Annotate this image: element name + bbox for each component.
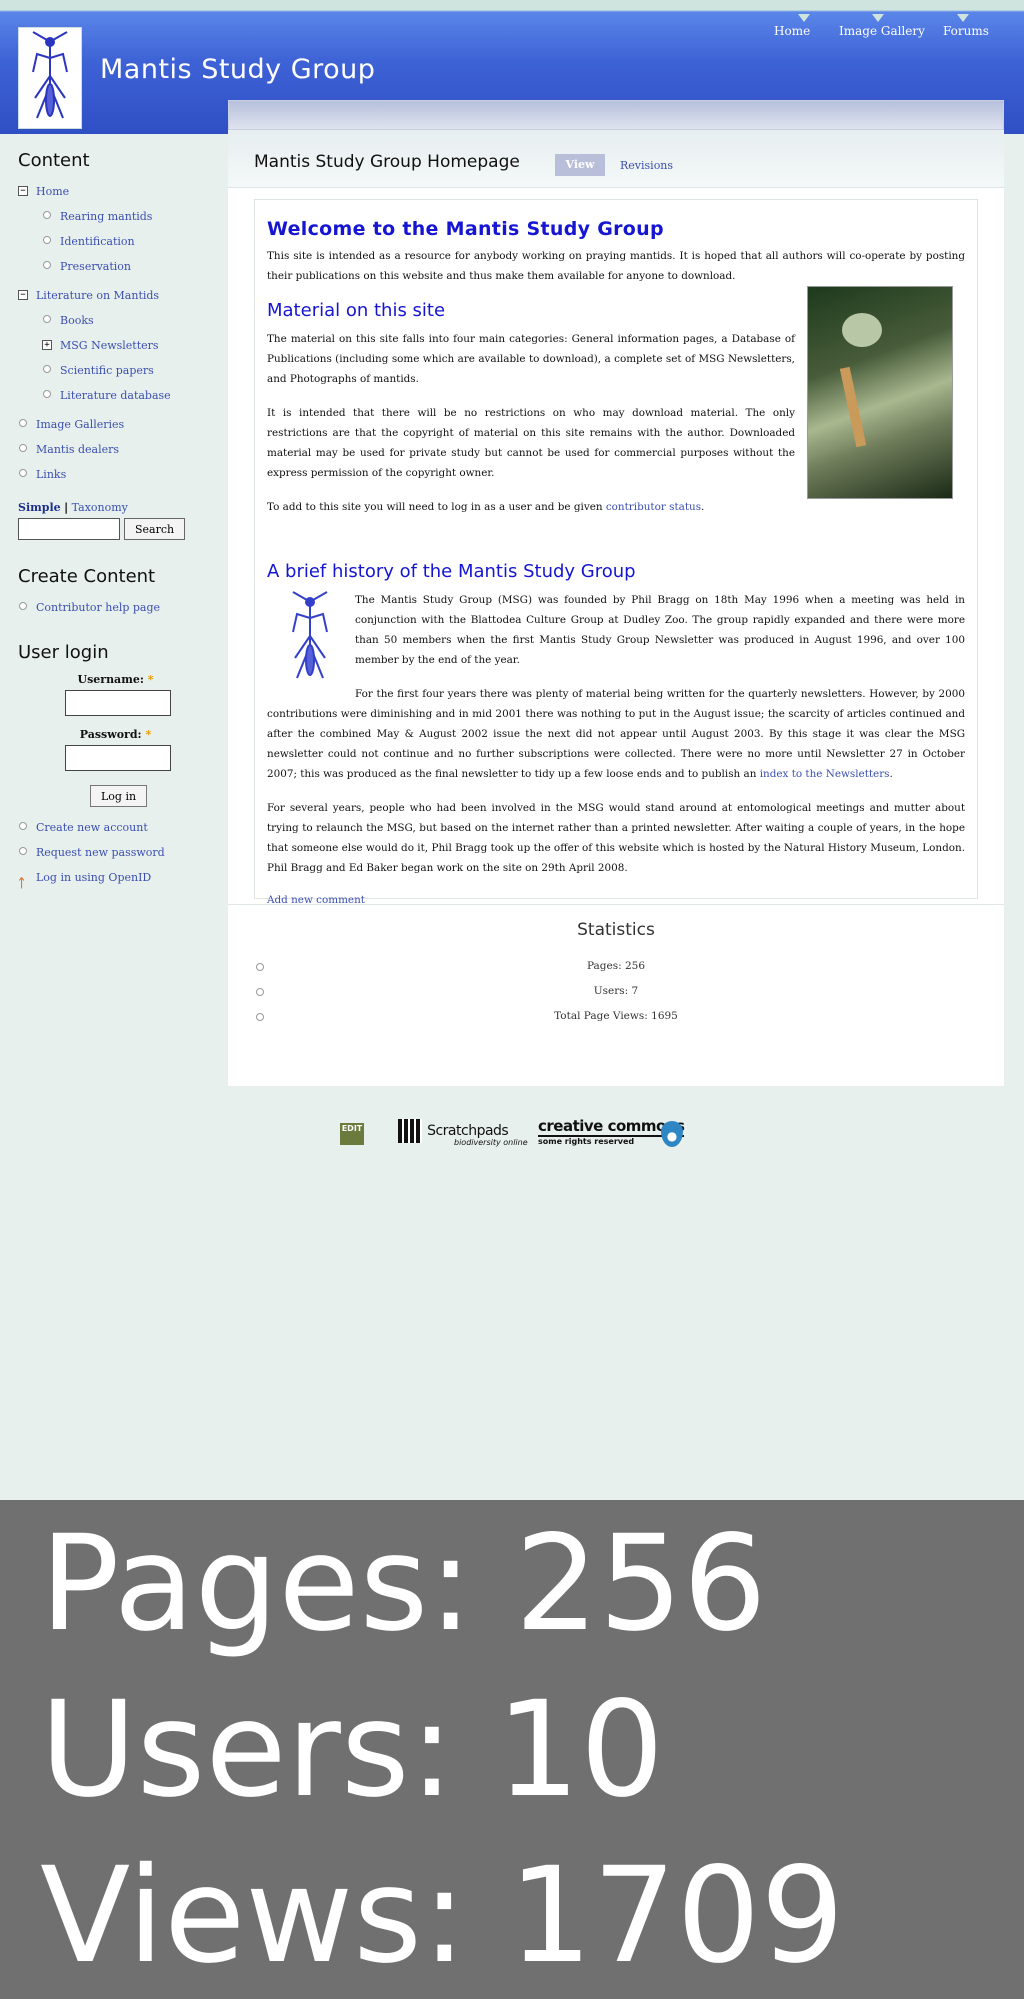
scratchpads-logo[interactable]: Scratchpads biodiversity online: [398, 1119, 528, 1147]
login-button[interactable]: Log in: [90, 785, 148, 807]
statistics-list: Pages: 256 Users: 7 Total Page Views: 16…: [228, 954, 1004, 1029]
node-content: Welcome to the Mantis Study Group This s…: [254, 199, 978, 906]
bullet-icon: [43, 390, 51, 398]
menu-item-home[interactable]: − Home: [18, 179, 218, 204]
request-password-link[interactable]: Request new password: [18, 840, 218, 865]
create-content-menu: Contributor help page: [18, 595, 218, 620]
page-title-row: Mantis Study Group Homepage View Revisio…: [228, 130, 1004, 188]
stat-pages: Pages: 256: [228, 954, 1004, 979]
login-links: Create new account Request new password …: [18, 815, 218, 890]
page-title: Mantis Study Group Homepage: [254, 152, 520, 172]
newsletter-index-link[interactable]: index to the Newsletters: [760, 768, 890, 780]
menu-item-books[interactable]: Books: [18, 308, 218, 333]
mantis-logo-icon: [32, 31, 68, 119]
bullet-icon: [256, 963, 264, 971]
collapse-icon[interactable]: −: [18, 290, 28, 300]
mantis-photo: [807, 286, 953, 499]
search-tabs: Simple | Taxonomy: [18, 501, 218, 514]
contributor-help-link[interactable]: Contributor help page: [18, 595, 218, 620]
menu-item-links[interactable]: Links: [18, 462, 218, 487]
search-tab-separator: |: [64, 501, 69, 514]
password-field[interactable]: [65, 745, 171, 771]
openid-icon: ᛏ: [18, 876, 26, 890]
menu-item-papers[interactable]: Scientific papers: [18, 358, 218, 383]
search-form: Search: [18, 518, 218, 540]
bullet-icon: [43, 315, 51, 323]
collapse-icon[interactable]: −: [18, 186, 28, 196]
menu-item-dealers[interactable]: Mantis dealers: [18, 437, 218, 462]
username-field[interactable]: [65, 690, 171, 716]
material-paragraph-3: To add to this site you will need to log…: [267, 501, 705, 513]
tab-view[interactable]: View: [555, 154, 605, 176]
site-name[interactable]: Mantis Study Group: [100, 54, 375, 85]
main-topbar: [228, 100, 1004, 130]
create-account-link[interactable]: Create new account: [18, 815, 218, 840]
menu-item-rearing[interactable]: Rearing mantids: [18, 204, 218, 229]
edit-logo[interactable]: EDIT: [340, 1123, 364, 1145]
menu-item-newsletters[interactable]: + MSG Newsletters: [18, 333, 218, 358]
bullet-icon: [43, 236, 51, 244]
nav-arrow-icon: [957, 14, 969, 22]
mantis-drawing-icon: [292, 591, 328, 679]
nav-arrow-icon: [872, 14, 884, 22]
divider: [228, 904, 1004, 905]
sidebar: Content − Home Rearing mantids Identifica…: [18, 150, 218, 890]
site-logo[interactable]: [18, 27, 82, 129]
menu-item-literature[interactable]: − Literature on Mantids: [18, 283, 218, 308]
photo-mantis-leg: [839, 366, 867, 448]
search-button[interactable]: Search: [124, 518, 186, 540]
nav-forums[interactable]: Forums: [943, 24, 989, 38]
search-input[interactable]: [18, 518, 120, 540]
create-content-title: Create Content: [18, 566, 156, 587]
history-paragraph-3: For several years, people who had been i…: [267, 802, 965, 874]
bullet-icon: [256, 988, 264, 996]
statistics-block: Statistics Pages: 256 Users: 7 Total Pag…: [228, 920, 1004, 1029]
stat-users: Users: 7: [228, 979, 1004, 1004]
welcome-heading: Welcome to the Mantis Study Group: [267, 218, 664, 240]
history-paragraph-1: The Mantis Study Group (MSG) was founded…: [355, 594, 965, 666]
search-tab-taxonomy[interactable]: Taxonomy: [72, 501, 128, 514]
nav-home[interactable]: Home: [774, 24, 810, 38]
user-login-title: User login: [18, 642, 109, 663]
bullet-icon: [43, 365, 51, 373]
photo-mantis-head: [842, 313, 882, 347]
bullet-icon: [19, 419, 27, 427]
overlay-views: Views: 1709: [40, 1839, 845, 1993]
bullet-icon: [19, 469, 27, 477]
bullet-icon: [43, 261, 51, 269]
bullet-icon: [43, 211, 51, 219]
stats-overlay: Pages: 256 Users: 10 Views: 1709: [0, 1500, 1024, 1999]
openid-login-link[interactable]: ᛏ Log in using OpenID: [18, 865, 218, 890]
contributor-status-link[interactable]: contributor status: [606, 501, 701, 513]
expand-icon[interactable]: +: [42, 340, 52, 350]
content-block-title: Content: [18, 150, 90, 171]
bullet-icon: [256, 1013, 264, 1021]
scratchpads-grid-icon: [398, 1119, 422, 1143]
content-menu: − Home Rearing mantids Identification Pre…: [18, 179, 218, 487]
menu-item-identification[interactable]: Identification: [18, 229, 218, 254]
overlay-users: Users: 10: [40, 1673, 665, 1827]
bullet-icon: [19, 602, 27, 610]
search-tab-simple[interactable]: Simple: [18, 501, 61, 514]
menu-item-lit-database[interactable]: Literature database: [18, 383, 218, 408]
overlay-pages: Pages: 256: [40, 1507, 767, 1661]
menu-item-preservation[interactable]: Preservation: [18, 254, 218, 279]
history-paragraph-2: For the first four years there was plent…: [267, 688, 965, 780]
bullet-icon: [19, 444, 27, 452]
intro-paragraph: This site is intended as a resource for …: [267, 250, 965, 282]
main-content: Mantis Study Group Homepage View Revisio…: [228, 100, 1004, 1086]
bullet-icon: [19, 822, 27, 830]
footer-logos: EDIT Scratchpads biodiversity online cre…: [0, 1113, 1024, 1153]
statistics-title: Statistics: [577, 920, 655, 940]
password-label: Password: *: [79, 728, 152, 741]
tab-revisions[interactable]: Revisions: [620, 159, 673, 172]
nav-arrow-icon: [798, 14, 810, 22]
history-heading: A brief history of the Mantis Study Grou…: [267, 561, 636, 582]
menu-item-image-galleries[interactable]: Image Galleries: [18, 412, 218, 437]
bullet-icon: [19, 847, 27, 855]
username-label: Username: *: [77, 673, 154, 686]
nav-image-gallery[interactable]: Image Gallery: [839, 24, 925, 38]
stat-page-views: Total Page Views: 1695: [228, 1004, 1004, 1029]
